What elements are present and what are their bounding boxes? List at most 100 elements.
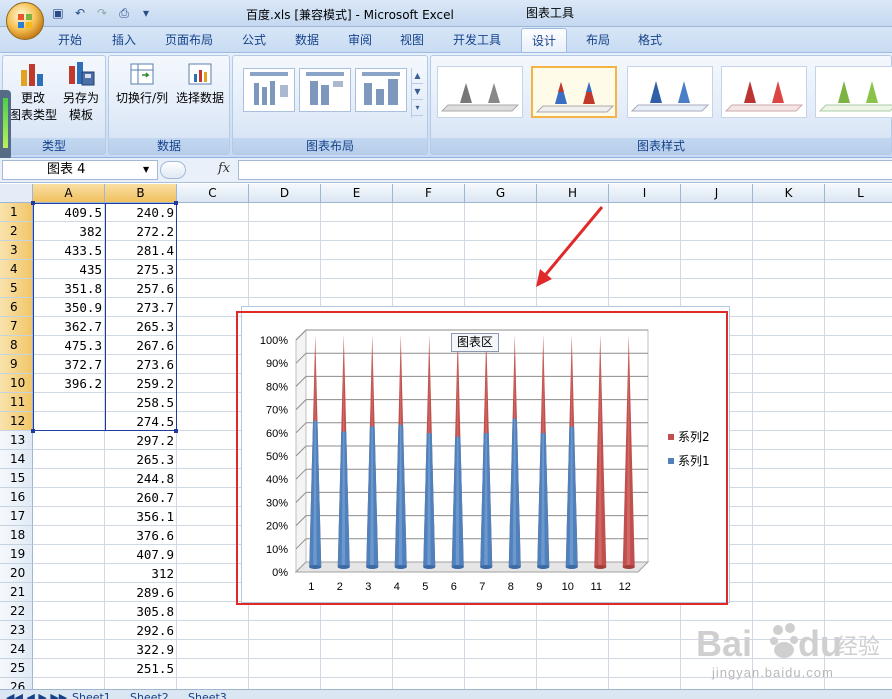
row-header-4[interactable]: 4 <box>0 260 33 279</box>
cell-a16[interactable] <box>33 488 105 507</box>
customize-toolbar-icon[interactable]: ▾ <box>138 5 154 21</box>
redo-icon[interactable]: ↷ <box>94 5 110 21</box>
select-data-button[interactable]: 选择数据 <box>171 60 229 107</box>
legend-entry[interactable]: 系列2 <box>678 430 710 444</box>
range-handle[interactable] <box>31 429 35 433</box>
column-header-e[interactable]: E <box>321 184 393 203</box>
cell-a17[interactable] <box>33 507 105 526</box>
print-preview-icon[interactable]: ⎙ <box>116 5 132 21</box>
gallery-more-icon[interactable]: ▾ <box>412 100 423 116</box>
layout-option-1[interactable] <box>243 68 295 112</box>
column-header-j[interactable]: J <box>681 184 753 203</box>
cell-b17[interactable]: 356.1 <box>105 507 177 526</box>
cell-a14[interactable] <box>33 450 105 469</box>
tab-review[interactable]: 审阅 <box>348 31 372 48</box>
tab-developer[interactable]: 开发工具 <box>453 31 501 48</box>
layout-option-2[interactable] <box>299 68 351 112</box>
row-header-2[interactable]: 2 <box>0 222 33 241</box>
row-header-1[interactable]: 1 <box>0 203 33 222</box>
row-header-26[interactable]: 26 <box>0 678 33 689</box>
row-header-17[interactable]: 17 <box>0 507 33 526</box>
sheet-tab-3[interactable]: Sheet3 <box>188 691 227 699</box>
column-header-f[interactable]: F <box>393 184 465 203</box>
column-header-h[interactable]: H <box>537 184 609 203</box>
cell-a20[interactable] <box>33 564 105 583</box>
save-as-template-button[interactable]: 另存为 模板 <box>57 60 105 124</box>
change-chart-type-button[interactable]: 更改 图表类型 <box>9 60 57 124</box>
cell-b13[interactable]: 297.2 <box>105 431 177 450</box>
legend-entry[interactable]: 系列1 <box>678 454 710 468</box>
column-header-c[interactable]: C <box>177 184 249 203</box>
sheet-tab-1[interactable]: Sheet1 <box>72 691 111 699</box>
row-header-10[interactable]: 10 <box>0 374 33 393</box>
tab-data[interactable]: 数据 <box>295 31 319 48</box>
cell-a18[interactable] <box>33 526 105 545</box>
row-header-20[interactable]: 20 <box>0 564 33 583</box>
column-header-b[interactable]: B <box>105 184 177 203</box>
tab-formulas[interactable]: 公式 <box>242 31 266 48</box>
row-header-15[interactable]: 15 <box>0 469 33 488</box>
row-header-11[interactable]: 11 <box>0 393 33 412</box>
cell-b15[interactable]: 244.8 <box>105 469 177 488</box>
scroll-down-icon[interactable]: ▼ <box>412 84 423 100</box>
select-all-corner[interactable] <box>0 184 33 203</box>
column-header-l[interactable]: L <box>825 184 892 203</box>
sheet-tab-2[interactable]: Sheet2 <box>130 691 169 699</box>
cell-a23[interactable] <box>33 621 105 640</box>
cell-a22[interactable] <box>33 602 105 621</box>
range-handle[interactable] <box>31 201 35 205</box>
row-header-9[interactable]: 9 <box>0 355 33 374</box>
column-header-g[interactable]: G <box>465 184 537 203</box>
row-header-22[interactable]: 22 <box>0 602 33 621</box>
insert-function-icon[interactable]: fx <box>218 161 230 176</box>
layout-option-3[interactable] <box>355 68 407 112</box>
formula-input[interactable] <box>238 160 892 180</box>
column-header-d[interactable]: D <box>249 184 321 203</box>
layout-gallery-scroll[interactable]: ▲ ▼ ▾ <box>411 68 423 118</box>
tab-insert[interactable]: 插入 <box>112 31 136 48</box>
tab-format[interactable]: 格式 <box>638 31 662 48</box>
row-header-16[interactable]: 16 <box>0 488 33 507</box>
cell-a21[interactable] <box>33 583 105 602</box>
row-header-14[interactable]: 14 <box>0 450 33 469</box>
row-header-24[interactable]: 24 <box>0 640 33 659</box>
chart-style-green[interactable] <box>815 66 892 118</box>
chart-style-gray[interactable] <box>437 66 523 118</box>
cell-b24[interactable]: 322.9 <box>105 640 177 659</box>
row-header-21[interactable]: 21 <box>0 583 33 602</box>
row-header-19[interactable]: 19 <box>0 545 33 564</box>
row-header-5[interactable]: 5 <box>0 279 33 298</box>
cell-b21[interactable]: 289.6 <box>105 583 177 602</box>
row-header-6[interactable]: 6 <box>0 298 33 317</box>
cell-b26[interactable] <box>105 678 177 689</box>
cell-b14[interactable]: 265.3 <box>105 450 177 469</box>
range-handle[interactable] <box>174 201 178 205</box>
tab-layout[interactable]: 布局 <box>586 31 610 48</box>
chart-style-blue[interactable] <box>627 66 713 118</box>
row-header-3[interactable]: 3 <box>0 241 33 260</box>
scroll-up-icon[interactable]: ▲ <box>412 68 423 84</box>
cell-a26[interactable] <box>33 678 105 689</box>
cell-b16[interactable]: 260.7 <box>105 488 177 507</box>
cell-b25[interactable]: 251.5 <box>105 659 177 678</box>
column-header-a[interactable]: A <box>33 184 105 203</box>
row-header-25[interactable]: 25 <box>0 659 33 678</box>
cell-b18[interactable]: 376.6 <box>105 526 177 545</box>
cone-chart[interactable]: 0%10%20%30%40%50%60%70%80%90%100%1 2 3 4 5 6 7… <box>244 318 730 600</box>
row-header-8[interactable]: 8 <box>0 336 33 355</box>
row-header-7[interactable]: 7 <box>0 317 33 336</box>
chart-style-multicolor[interactable] <box>531 66 617 118</box>
cell-b22[interactable]: 305.8 <box>105 602 177 621</box>
row-header-18[interactable]: 18 <box>0 526 33 545</box>
formula-expand-button[interactable] <box>160 161 186 179</box>
office-button[interactable] <box>6 2 44 40</box>
range-handle[interactable] <box>174 429 178 433</box>
tab-page-layout[interactable]: 页面布局 <box>165 31 213 48</box>
cell-a19[interactable] <box>33 545 105 564</box>
tab-design[interactable]: 设计 <box>521 28 568 52</box>
name-box-dropdown-icon[interactable]: ▼ <box>143 165 149 174</box>
cell-a13[interactable] <box>33 431 105 450</box>
cell-a25[interactable] <box>33 659 105 678</box>
name-box[interactable]: 图表 4 <box>2 160 158 180</box>
row-header-13[interactable]: 13 <box>0 431 33 450</box>
